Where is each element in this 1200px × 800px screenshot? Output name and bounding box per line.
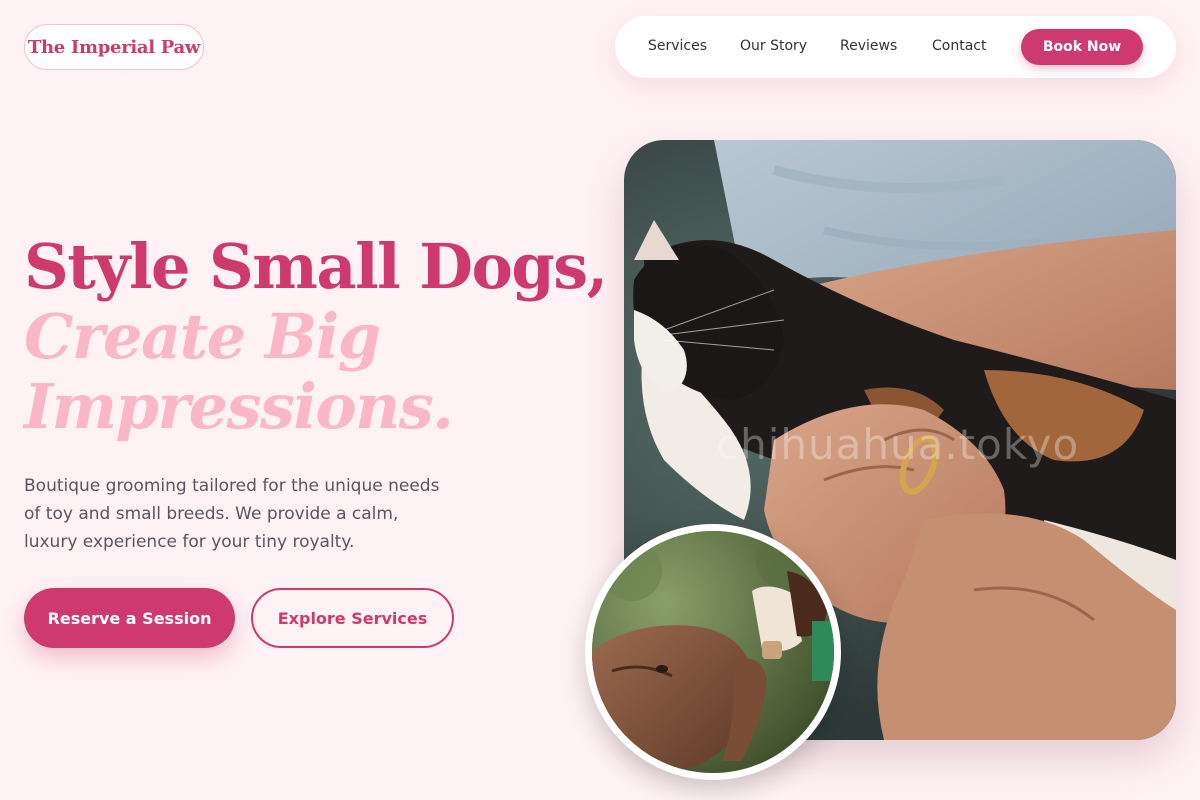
nav-link-reviews[interactable]: Reviews (840, 38, 897, 54)
top-navigation: Services Our Story Reviews Contact Book … (615, 16, 1176, 78)
explore-services-button[interactable]: Explore Services (251, 588, 454, 648)
hero-description: Boutique grooming tailored for the uniqu… (24, 472, 494, 556)
nav-link-our-story[interactable]: Our Story (740, 38, 807, 54)
description-line: of toy and small breeds. We provide a ca… (24, 504, 399, 524)
headline-line-2: Create Big (24, 300, 381, 373)
nav-link-contact[interactable]: Contact (932, 38, 986, 54)
brand-logo[interactable]: The Imperial Paw (24, 24, 204, 70)
hero-headline: Style Small Dogs, Create Big Impressions… (24, 230, 608, 443)
headline-line-1: Style Small Dogs, (24, 230, 608, 303)
circle-photo-image (592, 531, 834, 773)
headline-line-3: Impressions. (24, 370, 454, 443)
book-now-button[interactable]: Book Now (1021, 29, 1143, 65)
reserve-session-button[interactable]: Reserve a Session (24, 588, 235, 648)
description-line: Boutique grooming tailored for the uniqu… (24, 476, 440, 496)
photo-watermark: chihuahua.tokyo (716, 420, 1080, 469)
circle-photo-elephant-feeding (585, 524, 841, 780)
nav-link-services[interactable]: Services (648, 38, 707, 54)
description-line: luxury experience for your tiny royalty. (24, 532, 355, 552)
